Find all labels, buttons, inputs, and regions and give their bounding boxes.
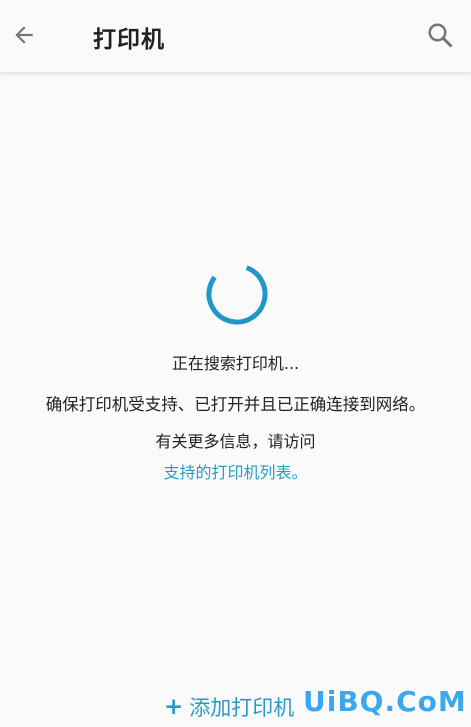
ensure-text: 确保打印机受支持、已打开并且已正确连接到网络。 [45, 395, 426, 414]
page-title: 打印机 [93, 27, 165, 53]
app-bar: 打印机 [0, 0, 471, 73]
more-info-text: 有关更多信息，请访问 [155, 432, 316, 451]
supported-printers-link[interactable]: 支持的打印机列表。 [0, 459, 471, 483]
arrow-left-icon [15, 26, 33, 44]
watermark: UiBQ.CoM [303, 685, 467, 718]
search-icon [428, 23, 453, 48]
loading-spinner [206, 263, 268, 325]
searching-text: 正在搜索打印机... [171, 354, 300, 373]
back-button[interactable] [6, 14, 42, 56]
plus-icon: + [164, 694, 184, 720]
add-printer-button[interactable]: + 添加打印机 [164, 692, 294, 722]
add-printer-label: 添加打印机 [189, 696, 295, 720]
search-button[interactable] [418, 14, 462, 56]
